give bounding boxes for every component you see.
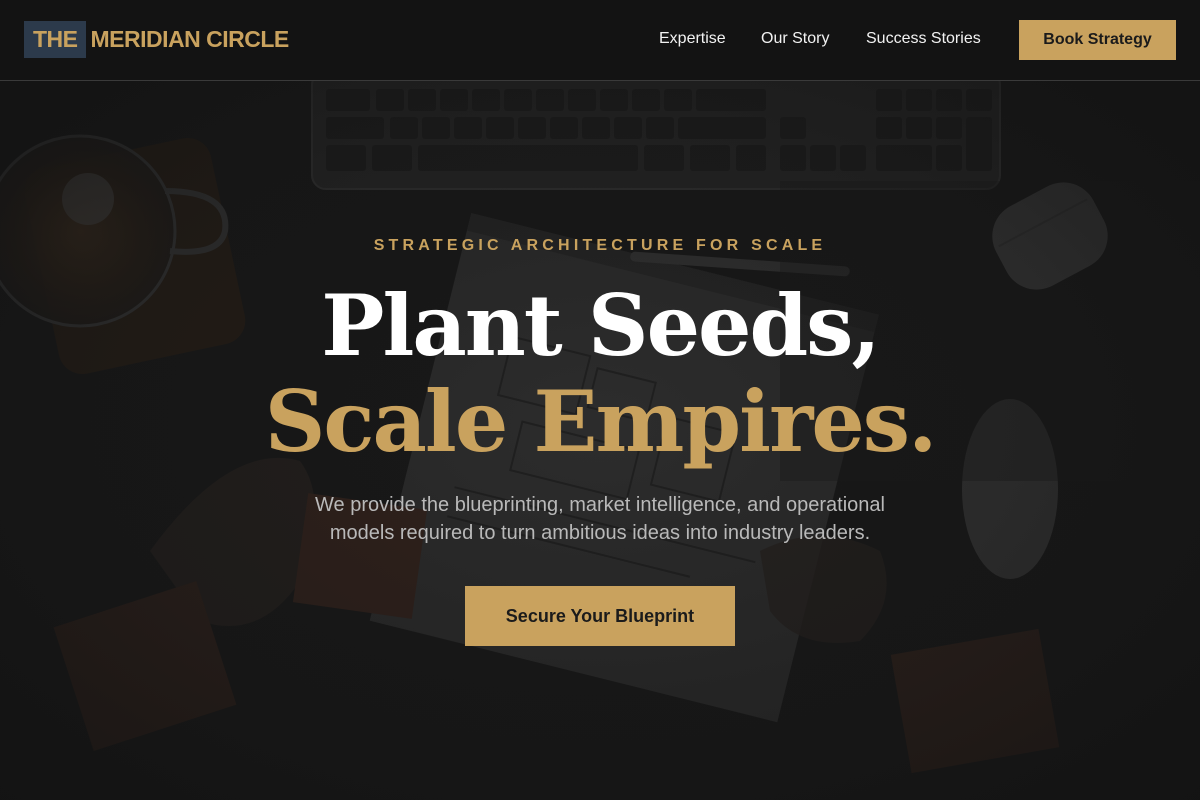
secure-blueprint-button[interactable]: Secure Your Blueprint (465, 586, 735, 646)
hero-headline-line1: Plant Seeds, (321, 276, 880, 375)
nav-link-our-story[interactable]: Our Story (761, 30, 829, 48)
book-strategy-button[interactable]: Book Strategy (1019, 20, 1176, 60)
nav-link-success-stories[interactable]: Success Stories (866, 30, 981, 48)
logo-prefix: THE (24, 21, 86, 58)
nav-link-expertise[interactable]: Expertise (659, 30, 726, 48)
site-header: THE MERIDIAN CIRCLE Expertise Our Story … (0, 0, 1200, 81)
logo[interactable]: THE MERIDIAN CIRCLE (24, 21, 289, 58)
hero-subtitle-line1: We provide the blueprinting, market inte… (315, 494, 885, 516)
hero-headline-line2: Scale Empires. (264, 372, 938, 471)
hero-subtitle: We provide the blueprinting, market inte… (290, 491, 910, 547)
hero-subtitle-line2: models required to turn ambitious ideas … (329, 522, 871, 544)
logo-name: MERIDIAN CIRCLE (90, 26, 290, 52)
hero-eyebrow: STRATEGIC ARCHITECTURE FOR SCALE (373, 237, 827, 254)
